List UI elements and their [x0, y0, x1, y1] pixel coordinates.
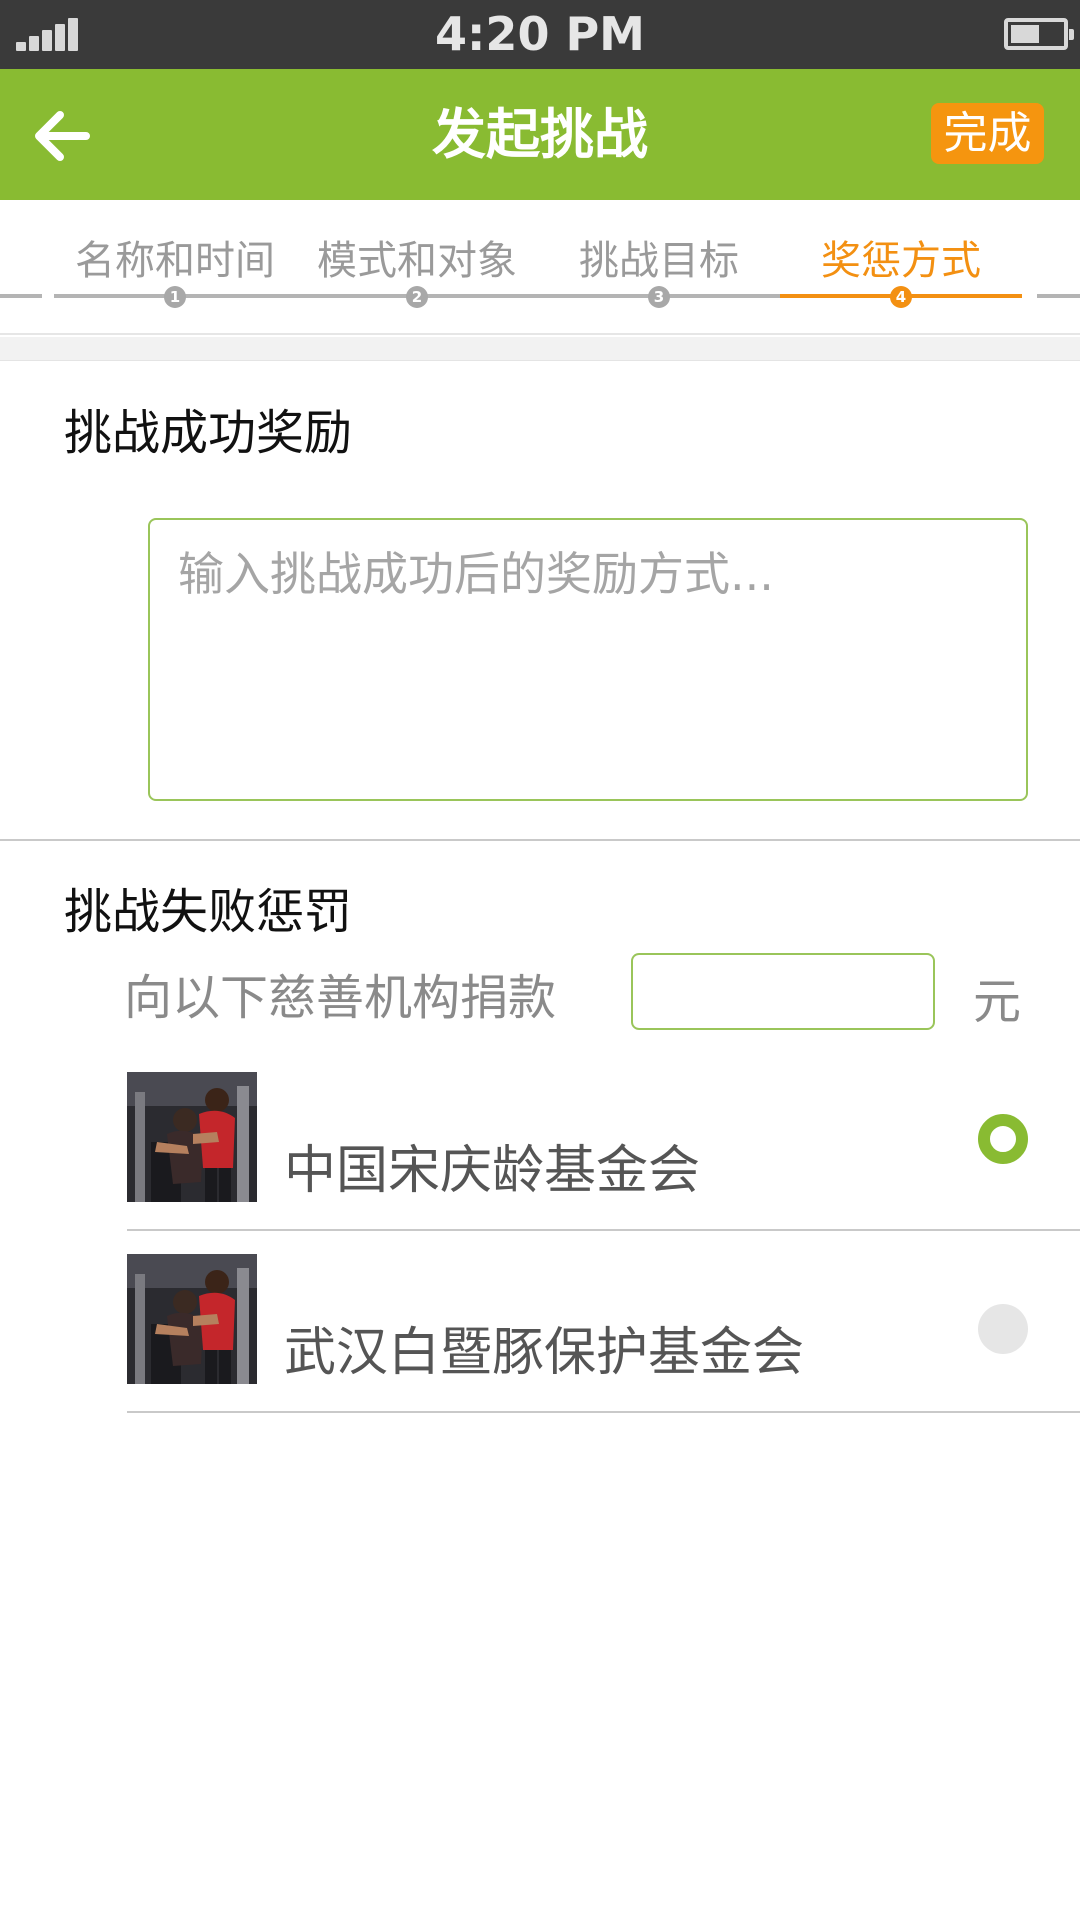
section-divider	[0, 839, 1080, 841]
reward-input[interactable]	[148, 518, 1028, 801]
section-gap	[0, 337, 1080, 361]
step-number: 3	[648, 286, 670, 308]
charity-option[interactable]: 中国宋庆龄基金会	[127, 1062, 1080, 1230]
done-button[interactable]: 完成	[931, 103, 1044, 164]
status-time: 4:20 PM	[435, 7, 645, 61]
row-divider	[127, 1229, 1080, 1231]
back-arrow-icon[interactable]	[28, 101, 98, 171]
step-label: 名称和时间	[75, 238, 275, 284]
step-number: 4	[890, 286, 912, 308]
gym-training-photo-icon	[127, 1072, 257, 1202]
step-label: 奖惩方式	[821, 238, 981, 284]
step-label: 模式和对象	[317, 238, 517, 284]
status-bar: 4:20 PM	[0, 0, 1080, 69]
radio-unselected-icon[interactable]	[978, 1304, 1028, 1354]
step-edge-left	[0, 294, 42, 298]
step-label: 挑战目标	[579, 238, 739, 284]
step-tab-reward-penalty[interactable]: 奖惩方式 4	[780, 200, 1022, 310]
step-tab-goal[interactable]: 挑战目标 3	[538, 200, 780, 310]
reward-section-title: 挑战成功奖励	[64, 405, 353, 461]
donate-label: 向以下慈善机构捐款	[124, 970, 557, 1026]
page-title: 发起挑战	[432, 103, 648, 166]
step-tab-name-time[interactable]: 名称和时间 1	[54, 200, 296, 310]
gym-training-photo-icon	[127, 1254, 257, 1384]
charity-option[interactable]: 武汉白暨豚保护基金会	[127, 1244, 1080, 1412]
nav-bar: 发起挑战 完成	[0, 69, 1080, 200]
charity-name: 武汉白暨豚保护基金会	[284, 1323, 805, 1383]
radio-selected-icon[interactable]	[978, 1114, 1028, 1164]
charity-name: 中国宋庆龄基金会	[284, 1141, 701, 1201]
step-progress: 名称和时间 1 模式和对象 2 挑战目标 3 奖惩方式 4	[0, 200, 1080, 335]
row-divider	[127, 1411, 1080, 1413]
step-number: 1	[164, 286, 186, 308]
step-edge-right	[1037, 294, 1080, 298]
battery-icon	[1004, 18, 1074, 50]
step-number: 2	[406, 286, 428, 308]
penalty-section-title: 挑战失败惩罚	[64, 884, 353, 940]
step-tab-mode-target[interactable]: 模式和对象 2	[296, 200, 538, 310]
currency-unit: 元	[973, 974, 1022, 1030]
donation-amount-input[interactable]	[631, 953, 935, 1030]
